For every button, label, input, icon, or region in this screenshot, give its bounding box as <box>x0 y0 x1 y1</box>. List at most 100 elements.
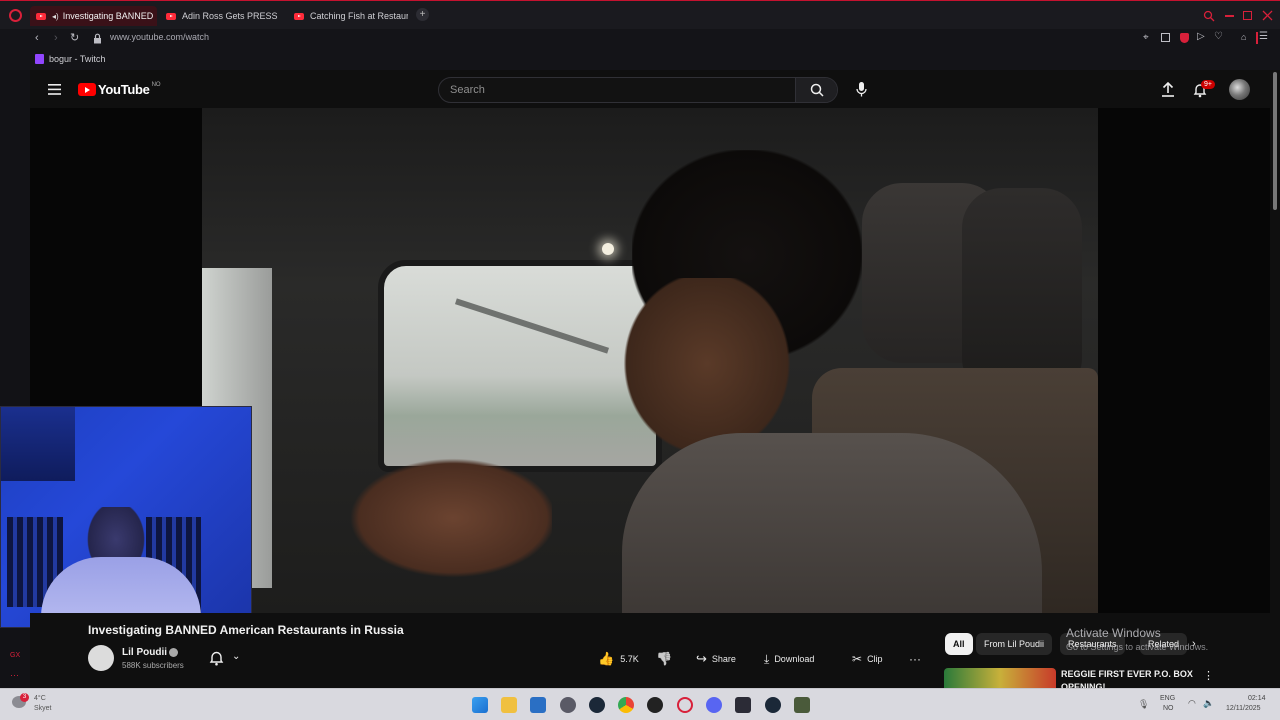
language-code[interactable]: ENG <box>1160 695 1175 702</box>
bookmarks-bar: bogur - Twitch <box>0 49 1280 70</box>
share-icon: ↪ <box>696 651 707 666</box>
download-button[interactable]: ⤓ Download <box>764 647 814 671</box>
microphone-icon[interactable] <box>856 82 867 97</box>
person-hands <box>332 448 552 588</box>
easy-setup-icon[interactable]: ☰ <box>1259 31 1268 42</box>
minimize-icon[interactable] <box>1225 15 1234 17</box>
game-icon[interactable] <box>794 697 810 713</box>
hamburger-menu-icon[interactable] <box>48 84 61 95</box>
more-actions-icon[interactable]: ··· <box>909 647 921 671</box>
youtube-favicon-icon <box>36 12 46 20</box>
url-field[interactable]: www.youtube.com/watch <box>110 32 209 42</box>
recommendation-thumbnail[interactable] <box>944 668 1056 688</box>
start-icon[interactable] <box>472 697 488 713</box>
address-bar-row: ‹ › ↻ www.youtube.com/watch ⌖ ▷ ♡ ⌂ ☰ <box>0 29 1280 49</box>
browser-tab-bar: ◂) Investigating BANNED Adin Ross Gets P… <box>0 0 1280 29</box>
webcam-shelf <box>1 407 75 481</box>
forward-icon[interactable]: › <box>54 32 58 44</box>
channel-avatar[interactable] <box>88 645 114 671</box>
pip-icon[interactable] <box>1161 33 1170 42</box>
speaker-icon: ◂) <box>52 11 59 21</box>
youtube-logo[interactable]: YouTube NO <box>78 82 161 97</box>
opera-menu-icon[interactable] <box>9 9 22 22</box>
dislike-button[interactable]: 👎 <box>656 647 672 671</box>
avatar[interactable] <box>1229 79 1250 100</box>
back-icon[interactable]: ‹ <box>35 32 39 44</box>
volume-icon[interactable]: 🔈 <box>1203 698 1214 709</box>
snapshot-icon[interactable]: ⌖ <box>1143 32 1149 43</box>
vpn-shield-icon[interactable] <box>1180 33 1189 43</box>
share-button[interactable]: ↪ Share <box>696 647 736 671</box>
youtube-favicon-icon <box>166 12 176 20</box>
heart-icon[interactable]: ♡ <box>1214 31 1223 42</box>
file-explorer-icon[interactable] <box>501 697 517 713</box>
gx-label[interactable]: GX <box>10 652 20 659</box>
video-frame[interactable] <box>202 108 1098 613</box>
chip-all[interactable]: All <box>945 633 973 655</box>
language-region[interactable]: NO <box>1163 705 1174 712</box>
steam-icon[interactable] <box>765 697 781 713</box>
weather-desc: Skyet <box>34 705 52 712</box>
close-icon[interactable] <box>1262 10 1273 21</box>
chrome-icon[interactable] <box>618 697 634 713</box>
search-input[interactable]: Search <box>439 84 795 96</box>
share-label: Share <box>711 654 736 664</box>
windows-taskbar: 3 4°C Skyet 🎙 ENG NO ◠ 🔈 02:14 12/11/202… <box>0 688 1280 720</box>
youtube-favicon-icon <box>294 12 304 20</box>
youtube-play-logo-icon <box>78 83 96 96</box>
search-box[interactable]: Search <box>438 77 838 103</box>
discord-icon[interactable] <box>706 697 722 713</box>
reload-icon[interactable]: ↻ <box>70 31 79 44</box>
github-icon[interactable] <box>647 697 663 713</box>
upload-icon[interactable] <box>1161 82 1175 97</box>
page-scrollbar[interactable] <box>1270 70 1280 688</box>
microphone-tray-icon[interactable]: 🎙 <box>1138 699 1149 710</box>
chip-from-channel[interactable]: From Lil Poudii <box>976 633 1053 655</box>
account-icon[interactable]: ⌂ <box>1241 32 1246 42</box>
headrest <box>962 188 1082 398</box>
tab-label: Adin Ross Gets PRESSED <box>182 11 278 21</box>
scissors-icon: ✂ <box>852 652 863 666</box>
scrollbar-thumb[interactable] <box>1273 72 1277 210</box>
thumbs-down-icon: 👎 <box>656 651 673 666</box>
app-icon[interactable] <box>560 697 576 713</box>
search-icon <box>810 83 824 97</box>
store-icon[interactable] <box>530 697 546 713</box>
opera-gx-icon[interactable] <box>677 697 693 713</box>
verified-badge-icon <box>169 648 178 657</box>
new-tab-button[interactable]: + <box>416 8 429 21</box>
steam-icon[interactable] <box>589 697 605 713</box>
like-button[interactable]: 👍 5.7K <box>598 647 639 671</box>
tab-adin-ross[interactable]: Adin Ross Gets PRESSED <box>166 6 278 26</box>
chevron-down-icon[interactable]: ⌄ <box>232 651 240 662</box>
download-label: Download <box>774 654 815 664</box>
wifi-icon[interactable]: ◠ <box>1188 698 1196 709</box>
tab-label: Catching Fish at Restaura <box>310 11 408 21</box>
notification-badge: 9+ <box>1201 80 1215 89</box>
activate-windows-subtitle: Go to Settings to activate Windows. <box>1066 642 1209 652</box>
divider <box>1256 32 1258 44</box>
search-button[interactable] <box>795 78 837 102</box>
search-tabs-icon[interactable] <box>1203 10 1215 22</box>
clock-time[interactable]: 02:14 <box>1248 695 1266 702</box>
subscriber-count: 588K subscribers <box>122 661 184 670</box>
tab-catching-fish[interactable]: Catching Fish at Restaura <box>294 6 408 26</box>
person-shirt <box>622 433 1042 613</box>
bookmark-bogur[interactable]: bogur - Twitch <box>49 54 105 64</box>
player-icon[interactable]: ▷ <box>1197 31 1205 42</box>
lock-icon <box>94 33 101 44</box>
app-icon[interactable] <box>735 697 751 713</box>
maximize-icon[interactable] <box>1243 11 1252 20</box>
more-icon[interactable]: ··· <box>10 670 19 680</box>
recommendation-menu-icon[interactable]: ⋮ <box>1203 669 1214 682</box>
clip-button[interactable]: ✂ Clip <box>852 647 883 671</box>
recommendation-title[interactable]: REGGIE FIRST EVER P.O. BOX <box>1061 669 1193 679</box>
subscribed-bell-icon[interactable] <box>209 651 224 666</box>
country-code: NO <box>151 82 161 88</box>
car-ceiling-light <box>602 243 614 255</box>
tab-investigating[interactable]: ◂) Investigating BANNED <box>30 6 157 26</box>
tab-label: Investigating BANNED <box>62 11 154 21</box>
channel-name[interactable]: Lil Poudii <box>122 647 167 658</box>
video-player[interactable] <box>0 108 1270 628</box>
clock-date[interactable]: 12/11/2025 <box>1226 705 1261 712</box>
